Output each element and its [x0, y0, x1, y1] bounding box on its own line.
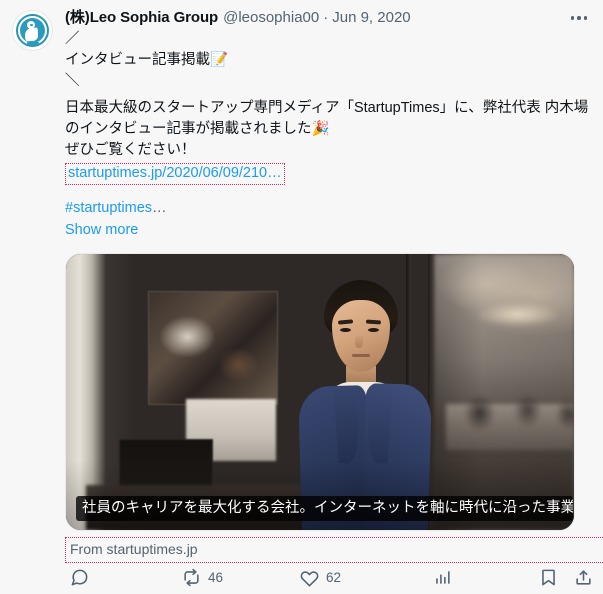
tweet-text: ／ インタビュー記事掲載📝 ＼ 日本最大級のスタートアップ専門メディア「Star… — [65, 29, 591, 241]
header-separator: · — [323, 9, 329, 26]
retweet-button[interactable]: 46 — [182, 561, 223, 593]
author-handle[interactable]: @leosophia00 — [223, 8, 319, 28]
tweet-text-line-3: ＼ — [65, 73, 80, 89]
avatar[interactable] — [12, 10, 53, 51]
like-button[interactable]: 62 — [300, 561, 341, 593]
show-more-button[interactable]: Show more — [65, 220, 591, 241]
tweet-media-photo[interactable]: 社員のキャリアを最大化する会社。インターネットを軸に時代に沿った事業を展… — [65, 253, 575, 531]
tweet-text-line-2: インタビュー記事掲載📝 — [65, 52, 229, 68]
photo-wall-artwork — [148, 291, 278, 405]
tweet-text-line-1: ／ — [65, 31, 80, 47]
like-count: 62 — [326, 569, 342, 585]
bookmark-button[interactable] — [539, 561, 558, 593]
tweet-card[interactable]: (株)Leo Sophia Group @leosophia00 · Jun 9… — [0, 0, 603, 587]
more-horizontal-icon[interactable] — [565, 8, 593, 28]
article-url-link[interactable]: startuptimes.jp/2020/06/09/210… — [68, 165, 282, 181]
hashtag-line: #startuptimes… — [65, 198, 591, 219]
author-display-name[interactable]: (株)Leo Sophia Group — [65, 8, 218, 28]
retweet-icon — [182, 568, 201, 587]
media-caption: 社員のキャリアを最大化する会社。インターネットを軸に時代に沿った事業を展… — [76, 496, 573, 521]
media-source-label: From startuptimes.jp — [70, 541, 198, 557]
heart-icon — [300, 568, 319, 587]
avatar-base-bar — [27, 42, 39, 45]
bookmark-icon — [539, 568, 558, 587]
article-url-highlight: startuptimes.jp/2020/06/09/210… — [65, 163, 285, 185]
tweet-content: (株)Leo Sophia Group @leosophia00 · Jun 9… — [60, 8, 603, 587]
analytics-bar-chart-icon — [433, 568, 452, 587]
avatar-column — [12, 8, 60, 587]
reply-button[interactable] — [70, 561, 96, 593]
hashtag-startuptimes[interactable]: #startuptimes — [65, 200, 152, 216]
post-date[interactable]: Jun 9, 2020 — [332, 8, 410, 28]
tweet-action-bar: 46 62 — [60, 560, 591, 594]
leo-sophia-logo-icon — [24, 21, 40, 42]
tweet-header: (株)Leo Sophia Group @leosophia00 · Jun 9… — [65, 8, 591, 28]
hashtag-ellipsis: … — [152, 200, 167, 216]
retweet-count: 46 — [208, 569, 224, 585]
share-button[interactable] — [574, 561, 593, 593]
photo-office-people — [458, 382, 574, 434]
tweet-text-line-4: 日本最大級のスタートアップ専門メディア「StartupTimes」に、弊社代表 … — [65, 100, 589, 137]
views-button[interactable] — [433, 561, 459, 593]
reply-icon — [70, 568, 89, 587]
share-upload-icon — [574, 568, 593, 587]
tweet-text-line-5: ぜひご覧ください！ — [65, 142, 196, 158]
